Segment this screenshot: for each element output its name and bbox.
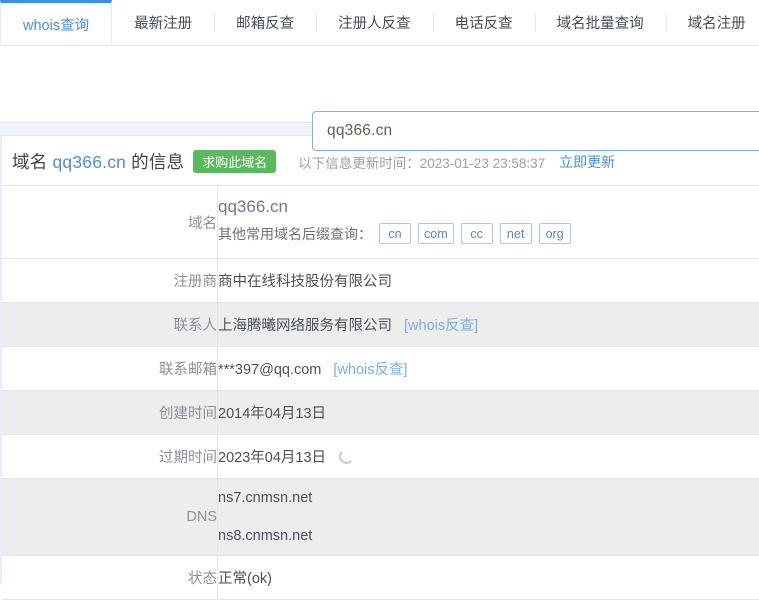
row-value-created: 2014年04月13日	[218, 391, 759, 435]
tab-label: 注册人反查	[338, 12, 411, 33]
page-title: 域名 qq366.cn 的信息	[12, 149, 184, 174]
table-bottom-rule	[2, 599, 759, 608]
tab-registrant-reverse[interactable]: 注册人反查	[316, 0, 433, 45]
row-label-created: 创建时间	[2, 391, 218, 435]
tab-bulk-domain-query[interactable]: 域名批量查询	[535, 0, 666, 45]
email-value: ***397@qq.com	[218, 362, 321, 378]
search-input-value: qq366.cn	[327, 122, 392, 140]
tab-label: 最新注册	[134, 12, 192, 33]
domain-name-value: qq366.cn	[218, 197, 759, 223]
row-label-dns: DNS	[2, 479, 218, 556]
buy-domain-button[interactable]: 求购此域名	[193, 150, 276, 173]
update-info: 以下信息更新时间：2023-01-23 23:58:37	[298, 152, 545, 172]
table-row: 联系人 上海腾曦网络服务有限公司 [whois反查]	[2, 303, 759, 347]
row-value-expires: 2023年04月13日	[218, 435, 759, 479]
tab-whois-query[interactable]: whois查询	[0, 0, 112, 46]
email-cell: ***397@qq.com [whois反查]	[218, 347, 759, 390]
table-row: DNS ns7.cnmsn.net ns8.cnmsn.net	[2, 479, 759, 556]
row-value-domain: qq366.cn 其他常用域名后缀查询： cn com cc net org	[218, 186, 759, 259]
row-value-status: 正常(ok)	[218, 556, 759, 600]
table-row: 联系邮箱 ***397@qq.com [whois反查]	[2, 347, 759, 391]
tab-latest-registration[interactable]: 最新注册	[112, 0, 214, 45]
update-timestamp: 2023-01-23 23:58:37	[420, 156, 545, 171]
loading-spinner-icon	[339, 449, 354, 464]
whois-result-panel: 域名 qq366.cn 的信息 求购此域名 以下信息更新时间：2023-01-2…	[0, 136, 759, 584]
suffix-button-cc[interactable]: cc	[461, 223, 493, 244]
row-label-registrar: 注册商	[2, 259, 218, 303]
registrar-value: 商中在线科技股份有限公司	[218, 259, 759, 302]
contact-value: 上海腾曦网络服务有限公司	[218, 318, 392, 334]
row-value-contact: 上海腾曦网络服务有限公司 [whois反查]	[218, 303, 759, 347]
tab-label: 邮箱反查	[236, 12, 294, 33]
contact-cell: 上海腾曦网络服务有限公司 [whois反查]	[218, 303, 759, 346]
table-row: 创建时间 2014年04月13日	[2, 391, 759, 435]
row-label-domain: 域名	[2, 186, 218, 259]
table-row: 状态 正常(ok)	[2, 556, 759, 600]
suffix-query-row: 其他常用域名后缀查询： cn com cc net org	[218, 223, 759, 247]
tab-label: 域名注册	[688, 12, 746, 33]
search-zone: qq366.cn	[0, 46, 759, 122]
dns-server-1: ns7.cnmsn.net	[218, 479, 759, 517]
domain-search-input[interactable]: qq366.cn	[312, 111, 759, 151]
suffix-button-cn[interactable]: cn	[379, 223, 411, 244]
row-label-contact: 联系人	[2, 303, 218, 347]
update-info-label: 以下信息更新时间：	[298, 156, 420, 171]
suffix-button-com[interactable]: com	[418, 223, 454, 244]
row-value-registrar: 商中在线科技股份有限公司	[218, 259, 759, 303]
tab-phone-reverse[interactable]: 电话反查	[433, 0, 535, 45]
suffix-button-net[interactable]: net	[500, 223, 532, 244]
tab-domain-registration[interactable]: 域名注册	[666, 0, 759, 45]
tab-email-reverse[interactable]: 邮箱反查	[214, 0, 316, 45]
contact-whois-reverse-link[interactable]: [whois反查]	[404, 318, 478, 334]
dns-server-2: ns8.cnmsn.net	[218, 517, 759, 555]
table-row: 过期时间 2023年04月13日	[2, 435, 759, 479]
main-tab-bar: whois查询 最新注册 邮箱反查 注册人反查 电话反查 域名批量查询 域名注册…	[0, 0, 759, 46]
tab-label: 电话反查	[455, 12, 513, 33]
page-title-prefix: 域名	[12, 152, 52, 172]
email-whois-reverse-link[interactable]: [whois反查]	[333, 362, 407, 378]
suffix-query-label: 其他常用域名后缀查询：	[218, 224, 372, 244]
update-now-link[interactable]: 立即更新	[559, 152, 615, 172]
tab-label: whois查询	[23, 14, 89, 35]
domain-cell: qq366.cn 其他常用域名后缀查询： cn com cc net org	[218, 186, 759, 258]
row-value-dns: ns7.cnmsn.net ns8.cnmsn.net	[218, 479, 759, 556]
expires-cell: 2023年04月13日	[218, 435, 759, 478]
row-value-email: ***397@qq.com [whois反查]	[218, 347, 759, 391]
row-label-expires: 过期时间	[2, 435, 218, 479]
expires-value: 2023年04月13日	[218, 450, 326, 466]
table-row: 域名 qq366.cn 其他常用域名后缀查询： cn com cc net or…	[2, 186, 759, 259]
suffix-button-org[interactable]: org	[539, 223, 571, 244]
page-title-domain: qq366.cn	[52, 152, 126, 172]
created-value: 2014年04月13日	[218, 391, 759, 434]
page-title-suffix: 的信息	[126, 152, 184, 172]
whois-info-table: 域名 qq366.cn 其他常用域名后缀查询： cn com cc net or…	[2, 185, 759, 599]
row-label-email: 联系邮箱	[2, 347, 218, 391]
tab-label: 域名批量查询	[557, 12, 644, 33]
row-label-status: 状态	[2, 556, 218, 600]
table-row: 注册商 商中在线科技股份有限公司	[2, 259, 759, 303]
